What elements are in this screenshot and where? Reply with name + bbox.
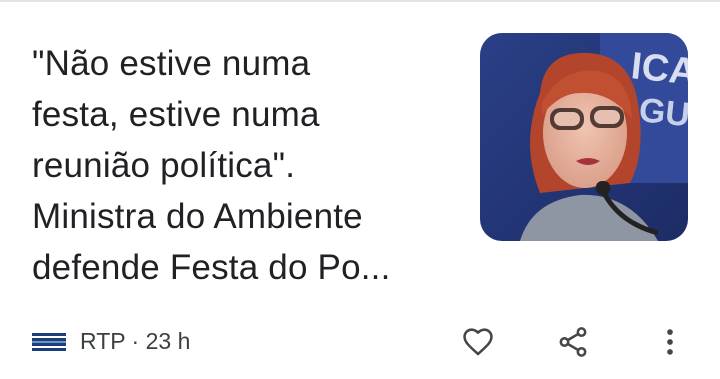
card-footer: RTP · 23 h <box>0 318 720 364</box>
share-button[interactable] <box>553 322 593 362</box>
source-and-time[interactable]: RTP · 23 h <box>80 328 190 355</box>
rtp-logo-icon <box>32 332 66 354</box>
headline-line: defende Festa do Po... <box>32 248 391 287</box>
headline-line: reunião política". <box>32 146 296 185</box>
headline-line: Ministra do Ambiente <box>32 197 363 236</box>
headline-line: "Não estive numa <box>32 44 311 83</box>
heart-icon <box>463 328 493 356</box>
news-photo-woman-speaking-icon: ICA GUI <box>480 33 688 241</box>
share-icon <box>559 327 587 357</box>
more-vert-icon <box>667 329 673 355</box>
backdrop-text-bottom: GUI <box>637 91 688 135</box>
news-card[interactable]: "Não estive numa festa, estive numa reun… <box>0 0 720 379</box>
like-button[interactable] <box>458 322 498 362</box>
more-options-button[interactable] <box>650 322 690 362</box>
headline[interactable]: "Não estive numa festa, estive numa reun… <box>32 38 452 293</box>
headline-line: festa, estive numa <box>32 95 320 134</box>
backdrop-text-top: ICA <box>629 45 688 94</box>
article-thumbnail[interactable]: ICA GUI <box>480 33 688 241</box>
